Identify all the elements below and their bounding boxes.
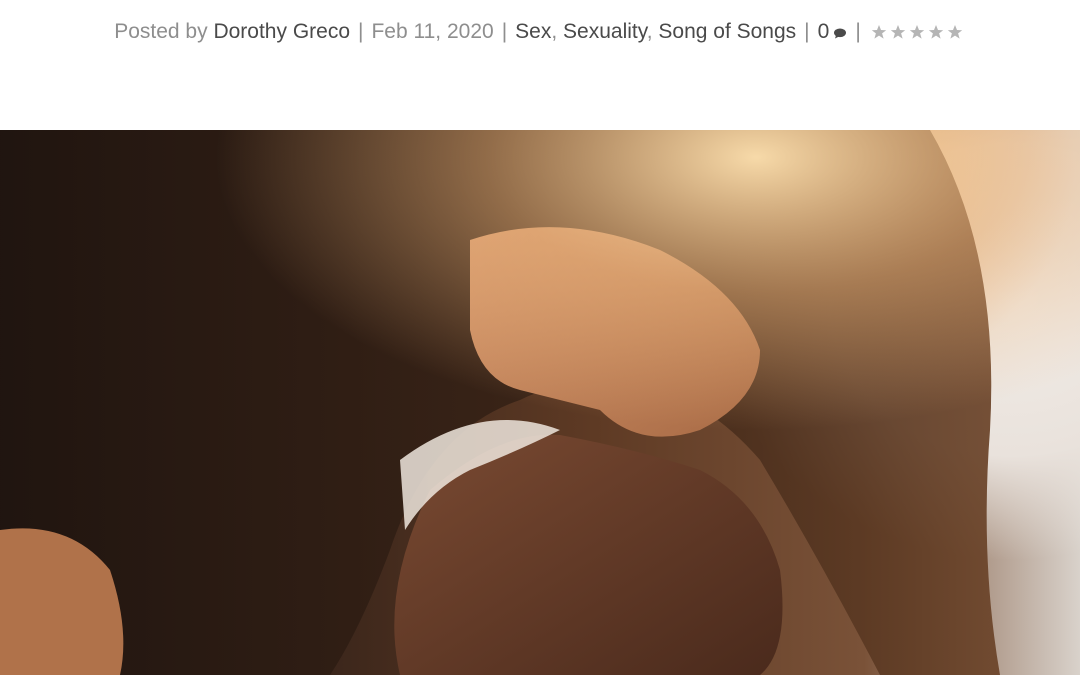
meta-separator: | [804, 20, 810, 43]
comment-count: 0 [817, 20, 830, 43]
author-link[interactable]: Dorothy Greco [213, 20, 350, 43]
comments-link[interactable]: 0 [818, 20, 848, 43]
meta-separator: | [501, 20, 508, 43]
category-separator: , [646, 20, 653, 43]
meta-separator: | [855, 20, 861, 43]
star-rating[interactable] [871, 18, 966, 50]
speech-bubble-icon [834, 28, 847, 39]
category-link-sex[interactable]: Sex [515, 20, 551, 43]
posted-by-label: Posted by [114, 20, 208, 43]
meta-separator: | [358, 20, 364, 43]
category-link-song-of-songs[interactable]: Song of Songs [658, 20, 796, 43]
post-date: Feb 11, 2020 [371, 20, 494, 43]
post-meta-bar: Posted by Dorothy Greco | Feb 11, 2020 | Sex… [0, 0, 1080, 130]
featured-image [0, 130, 1080, 675]
category-separator: , [551, 20, 558, 43]
couple-photo [0, 130, 1080, 675]
blog-post-page: Posted by Dorothy Greco | Feb 11, 2020 | Sex… [0, 0, 1080, 675]
post-meta: Posted by Dorothy Greco | Feb 11, 2020 | Sex… [0, 16, 1080, 50]
category-link-sexuality[interactable]: Sexuality [563, 20, 647, 43]
star-icon[interactable] [947, 24, 963, 40]
star-icon[interactable] [890, 24, 906, 40]
star-icon[interactable] [928, 24, 944, 40]
star-icon[interactable] [871, 24, 887, 40]
star-icon[interactable] [909, 24, 925, 40]
